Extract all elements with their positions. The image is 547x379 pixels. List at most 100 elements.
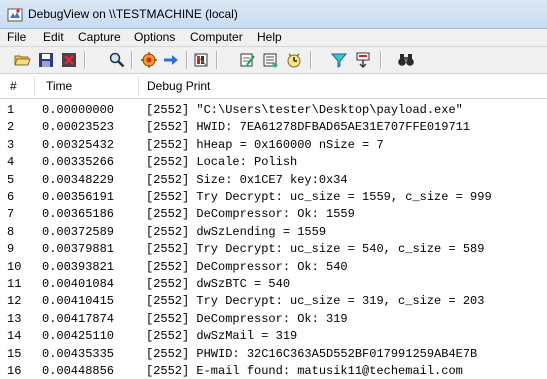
find-icon[interactable]: [108, 51, 126, 69]
row-number: 13: [7, 311, 22, 326]
menu-file[interactable]: File: [7, 30, 26, 44]
properties-icon[interactable]: [261, 51, 279, 69]
edit-filter-icon[interactable]: [238, 51, 256, 69]
row-debug-print: [2552] dwSzMail = 319: [146, 329, 298, 344]
row-debug-print: [2552] "C:\Users\tester\Desktop\payload.…: [146, 103, 463, 117]
column-divider[interactable]: [138, 76, 139, 96]
row-time: 0.00435335: [42, 346, 115, 361]
row-number: 7: [7, 207, 15, 222]
row-number: 14: [7, 329, 22, 344]
row-time: 0.00365186: [42, 207, 115, 222]
row-number: 16: [7, 364, 22, 378]
table-row[interactable]: 12 0.00410415 [2552] Try Decrypt: uc_size …: [0, 292, 547, 309]
debugview-app-icon: [7, 7, 23, 23]
row-time: 0.00417874: [42, 311, 115, 326]
row-debug-print: [2552] HWID: 7EA61278DFBAD65AE31E707FFE0…: [146, 120, 471, 135]
row-debug-print: [2552] DeCompressor: Ok: 319: [146, 311, 348, 326]
toolbar-separator: [216, 51, 218, 69]
table-row[interactable]: 8 0.00372589 [2552] dwSzLending = 1559: [0, 223, 547, 240]
table-row[interactable]: 15 0.00435335 [2552] PHWID: 32C16C363A5D55…: [0, 345, 547, 362]
row-debug-print: [2552] hHeap = 0x160000 nSize = 7: [146, 137, 384, 152]
row-time: 0.00425110: [42, 329, 115, 344]
open-folder-icon[interactable]: [13, 51, 31, 69]
table-row[interactable]: 11 0.00401084 [2552] dwSzBTC = 540: [0, 275, 547, 292]
toolbar-separator: [380, 51, 382, 69]
row-debug-print: [2552] Size: 0x1CE7 key:0x34: [146, 172, 348, 187]
row-debug-print: [2552] Try Decrypt: uc_size = 319, c_siz…: [146, 294, 485, 309]
row-time: 0.00325432: [42, 137, 115, 152]
title-bar: DebugView on \\TESTMACHINE (local): [0, 0, 547, 29]
table-row[interactable]: 1 0.00000000 [2552] "C:\Users\tester\Deskt…: [0, 101, 547, 118]
toolbar-separator: [310, 51, 312, 69]
highlight-icon[interactable]: [354, 51, 372, 69]
row-number: 4: [7, 155, 15, 170]
column-header-number[interactable]: #: [10, 79, 17, 93]
table-row[interactable]: 10 0.00393821 [2552] DeCompressor: Ok: 540: [0, 258, 547, 275]
table-row[interactable]: 7 0.00365186 [2552] DeCompressor: Ok: 1559: [0, 205, 547, 222]
row-number: 1: [7, 103, 15, 117]
autoscroll-arrow-icon[interactable]: [162, 51, 180, 69]
toolbar-separator: [84, 51, 86, 69]
row-time: 0.00401084: [42, 277, 115, 291]
toolbar-separator: [186, 51, 188, 69]
menu-help[interactable]: Help: [257, 30, 282, 44]
table-row[interactable]: 5 0.00348229 [2552] Size: 0x1CE7 key:0x34: [0, 171, 547, 188]
row-number: 6: [7, 190, 15, 204]
history-icon[interactable]: [192, 51, 210, 69]
toolbar: [0, 47, 547, 74]
table-row[interactable]: 16 0.00448856 [2552] E-mail found: matusik…: [0, 362, 547, 379]
row-time: 0.00410415: [42, 294, 115, 309]
menu-edit[interactable]: Edit: [43, 30, 64, 44]
table-row[interactable]: 13 0.00417874 [2552] DeCompressor: Ok: 319: [0, 310, 547, 327]
column-header-debug-print[interactable]: Debug Print: [147, 79, 210, 93]
row-number: 3: [7, 137, 15, 152]
row-number: 11: [7, 277, 22, 291]
column-header-time[interactable]: Time: [46, 79, 72, 93]
binoculars-icon[interactable]: [397, 51, 415, 69]
row-debug-print: [2552] Try Decrypt: uc_size = 1559, c_si…: [146, 190, 492, 204]
row-time: 0.00348229: [42, 172, 115, 187]
row-time: 0.00356191: [42, 190, 115, 204]
save-icon[interactable]: [37, 51, 55, 69]
window-title: DebugView on \\TESTMACHINE (local): [28, 7, 238, 21]
table-row[interactable]: 3 0.00325432 [2552] hHeap = 0x160000 nSize…: [0, 136, 547, 153]
capture-icon[interactable]: [140, 51, 158, 69]
row-time: 0.00379881: [42, 242, 115, 257]
row-time: 0.00023523: [42, 120, 115, 135]
table-row[interactable]: 4 0.00335266 [2552] Locale: Polish: [0, 153, 547, 170]
row-debug-print: [2552] Locale: Polish: [146, 155, 298, 170]
row-number: 9: [7, 242, 15, 257]
row-debug-print: [2552] dwSzLending = 1559: [146, 224, 327, 239]
row-debug-print: [2552] dwSzBTC = 540: [146, 277, 291, 291]
clear-icon[interactable]: [60, 51, 78, 69]
row-number: 15: [7, 346, 22, 361]
column-divider[interactable]: [34, 76, 35, 96]
table-row[interactable]: 2 0.00023523 [2552] HWID: 7EA61278DFBAD65A…: [0, 118, 547, 135]
row-number: 10: [7, 259, 22, 274]
table-row[interactable]: 14 0.00425110 [2552] dwSzMail = 319: [0, 327, 547, 344]
row-debug-print: [2552] DeCompressor: Ok: 540: [146, 259, 348, 274]
column-header-row: # Time Debug Print: [0, 74, 547, 99]
table-row[interactable]: 9 0.00379881 [2552] Try Decrypt: uc_size =…: [0, 240, 547, 257]
clock-icon[interactable]: [285, 51, 303, 69]
toolbar-separator: [131, 51, 133, 69]
menu-computer[interactable]: Computer: [190, 30, 243, 44]
row-debug-print: [2552] E-mail found: matusik11@techemail…: [146, 364, 463, 378]
row-time: 0.00000000: [42, 103, 115, 117]
row-debug-print: [2552] PHWID: 32C16C363A5D552BF017991259…: [146, 346, 478, 361]
row-number: 8: [7, 224, 15, 239]
row-debug-print: [2552] DeCompressor: Ok: 1559: [146, 207, 355, 222]
row-number: 2: [7, 120, 15, 135]
menu-options[interactable]: Options: [134, 30, 175, 44]
row-debug-print: [2552] Try Decrypt: uc_size = 540, c_siz…: [146, 242, 485, 257]
menu-capture[interactable]: Capture: [78, 30, 121, 44]
row-time: 0.00448856: [42, 364, 115, 378]
row-number: 5: [7, 172, 15, 187]
menu-bar: File Edit Capture Options Computer Help: [0, 29, 547, 47]
table-row[interactable]: 6 0.00356191 [2552] Try Decrypt: uc_size =…: [0, 188, 547, 205]
row-time: 0.00372589: [42, 224, 115, 239]
filter-icon[interactable]: [330, 51, 348, 69]
debug-output-list[interactable]: # Time Debug Print 1 0.00000000 [2552] "C:…: [0, 74, 547, 379]
row-number: 12: [7, 294, 22, 309]
row-time: 0.00393821: [42, 259, 115, 274]
